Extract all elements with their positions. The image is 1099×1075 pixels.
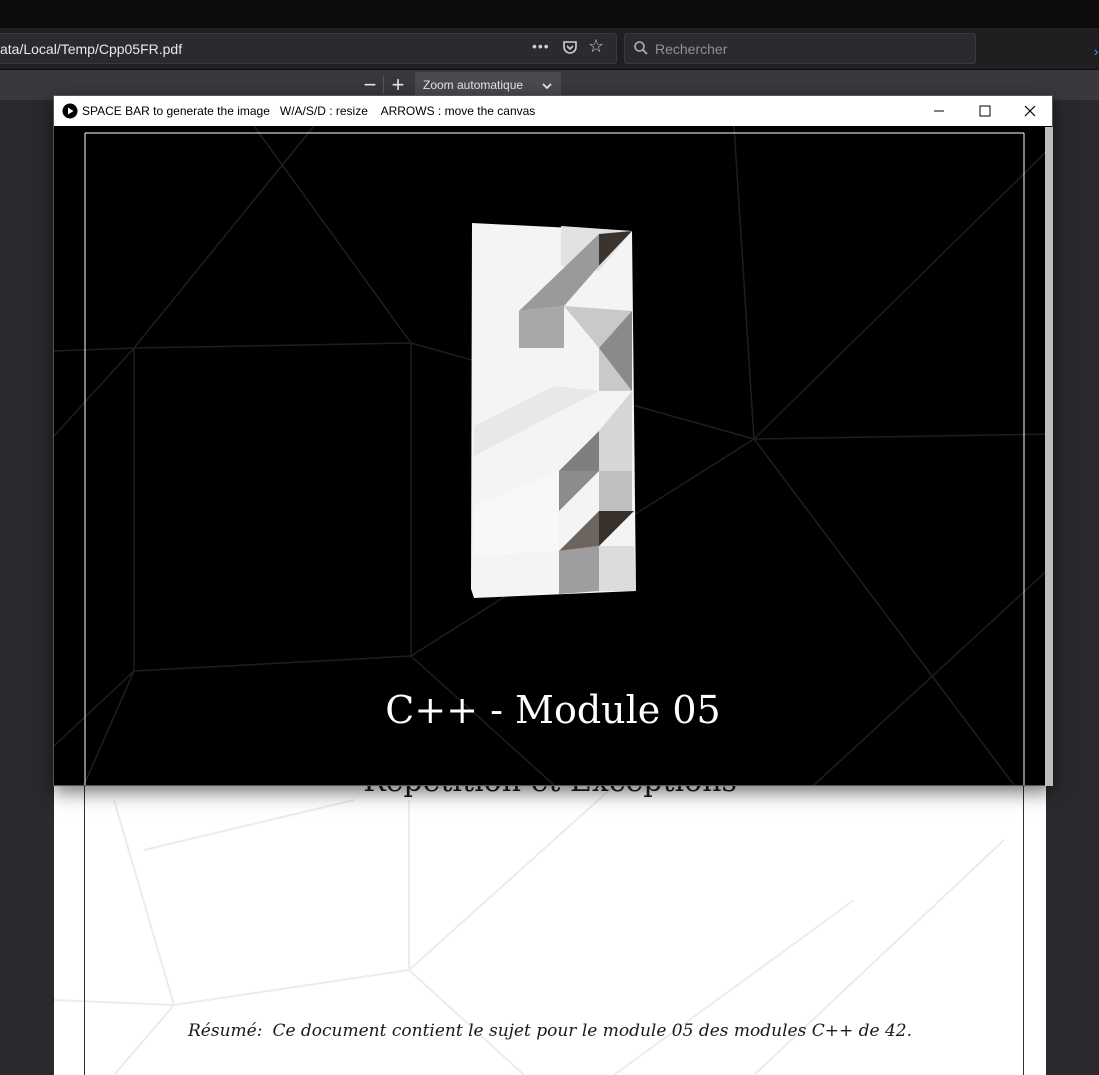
navigation-toolbar: ata/Local/Temp/Cpp05FR.pdf ••• ☆ Recherc… [0,28,1099,70]
viewer-right-gutter [1046,100,1099,1075]
url-field[interactable]: ata/Local/Temp/Cpp05FR.pdf ••• ☆ [0,33,617,64]
canvas-app-window[interactable]: SPACE BAR to generate the image W/A/S/D … [53,95,1053,786]
render-canvas[interactable]: C++ - Module 05 [54,126,1052,785]
pocket-icon[interactable] [562,39,578,60]
window-title: SPACE BAR to generate the image W/A/S/D … [82,104,536,118]
minimize-icon [934,110,944,112]
canvas-render [54,126,1052,785]
overflow-indicator: › [1094,44,1099,59]
zoom-select-value: Zoom automatique [423,78,524,92]
window-edge-shadow [1045,127,1053,786]
play-icon [62,103,78,124]
page-actions-icon[interactable]: ••• [532,38,550,54]
url-text: ata/Local/Temp/Cpp05FR.pdf [0,41,183,57]
low-poly-logo [471,223,636,598]
search-icon [633,40,649,61]
abstract-text: Ce document contient le sujet pour le mo… [272,1021,913,1041]
browser-tab-strip [0,0,1099,28]
canvas-title: C++ - Module 05 [385,688,721,732]
close-icon [1024,105,1036,117]
minimize-button[interactable] [916,96,962,126]
maximize-icon [979,105,991,117]
search-input[interactable]: Rechercher [624,33,976,64]
maximize-button[interactable] [962,96,1008,126]
search-placeholder: Rechercher [655,41,728,57]
abstract-label: Résumé: [187,1021,263,1041]
bookmark-star-icon[interactable]: ☆ [588,36,604,57]
close-button[interactable] [1008,96,1052,126]
toolbar-divider [383,76,384,94]
window-titlebar[interactable]: SPACE BAR to generate the image W/A/S/D … [54,96,1052,126]
document-abstract: Résumé: Ce document contient le sujet pou… [54,1021,1046,1041]
